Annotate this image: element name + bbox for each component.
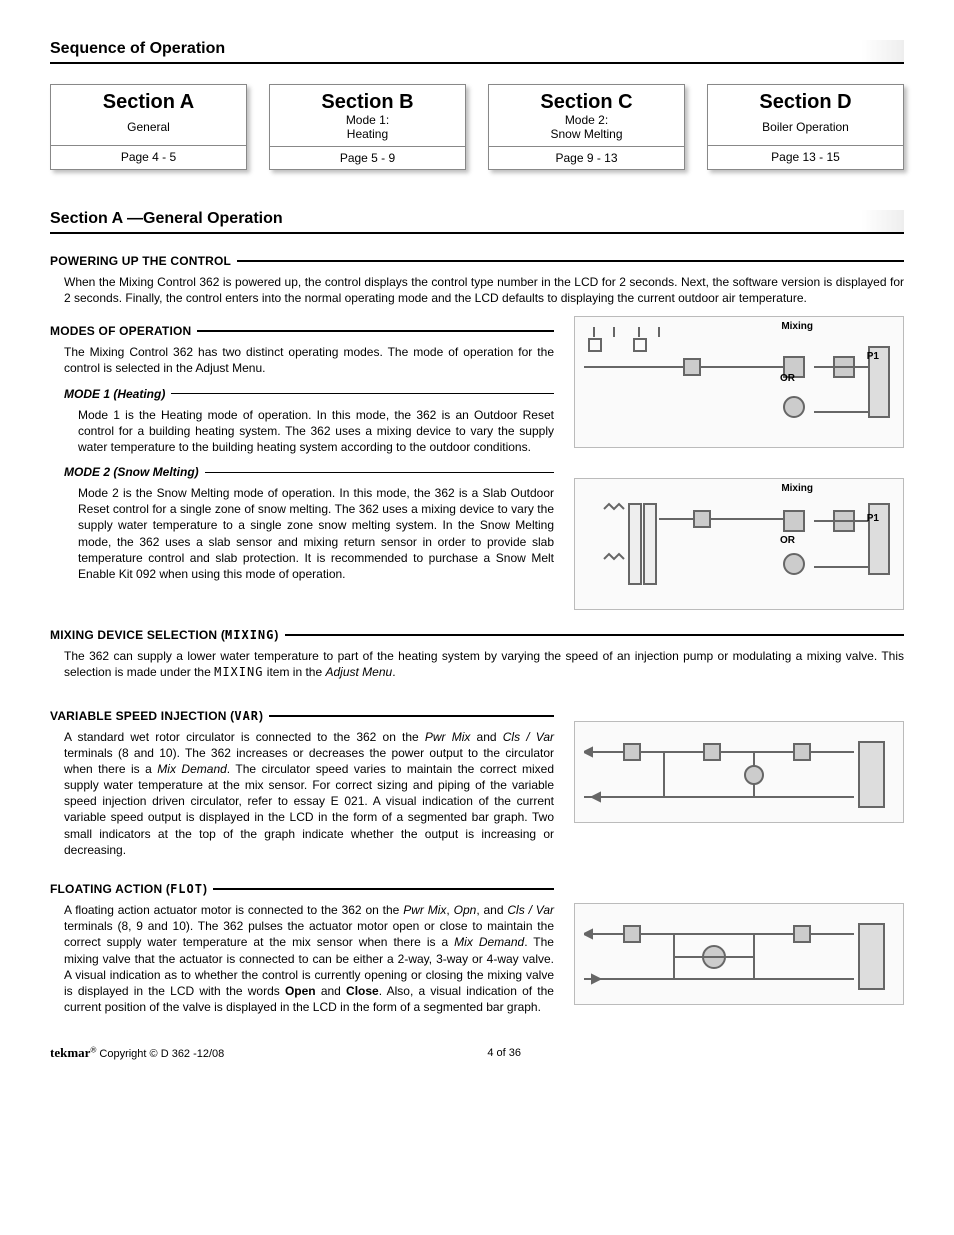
text-fragment: Mix Demand	[157, 762, 227, 776]
piping-schematic-icon	[584, 489, 894, 599]
tekmar-logo: tekmar	[50, 1045, 90, 1060]
heading-pre: MIXING DEVICE SELECTION (	[50, 628, 225, 642]
heading-post: )	[274, 628, 278, 642]
var-speed-heading: VARIABLE SPEED INJECTION (VAR)	[50, 709, 554, 723]
text-fragment: Adjust Menu	[325, 665, 392, 679]
text-fragment: and	[470, 730, 502, 744]
section-box-title: Section C	[493, 91, 680, 113]
section-box-d: Section D Boiler Operation Page 13 - 15	[707, 84, 904, 170]
floating-text: A floating action actuator motor is conn…	[64, 902, 554, 1015]
text-fragment: , and	[476, 903, 507, 917]
section-box-c: Section C Mode 2: Snow Melting Page 9 - …	[488, 84, 685, 170]
heading-text: MODE 1 (Heating)	[64, 387, 165, 401]
page-number: 4 of 36	[487, 1047, 521, 1059]
diagram-label-or: OR	[780, 373, 795, 384]
heading-text: FLOATING ACTION (FLOT)	[50, 882, 207, 896]
piping-schematic-icon	[584, 727, 894, 817]
section-boxes-row: Section A General Page 4 - 5 Section B M…	[50, 84, 904, 170]
section-box-sub: Boiler Operation	[712, 113, 899, 141]
modes-intro: The Mixing Control 362 has two distinct …	[64, 344, 554, 376]
heading-post: )	[259, 709, 263, 723]
mode2-text: Mode 2 is the Snow Melting mode of opera…	[78, 485, 554, 582]
section-box-page: Page 5 - 9	[270, 146, 465, 169]
heading-pre: VARIABLE SPEED INJECTION (	[50, 709, 234, 723]
mode2-diagram: Mixing OR P1	[574, 478, 904, 610]
section-box-sub: Mode 1: Heating	[274, 113, 461, 142]
modes-heading: MODES OF OPERATION	[50, 324, 554, 338]
var-speed-diagram	[574, 721, 904, 823]
section-box-page: Page 4 - 5	[51, 145, 246, 168]
text-fragment: Mix Demand	[454, 935, 524, 949]
piping-schematic-icon	[584, 327, 894, 437]
diagram-label-p1: P1	[867, 351, 879, 362]
heading-text: MODE 2 (Snow Melting)	[64, 465, 199, 479]
mode1-text: Mode 1 is the Heating mode of operation.…	[78, 407, 554, 456]
text-fragment: . The circulator speed varies to maintai…	[64, 762, 554, 857]
section-box-sub: Mode 2: Snow Melting	[493, 113, 680, 142]
heading-text: MODES OF OPERATION	[50, 324, 191, 338]
diagram-label-mixing: Mixing	[781, 483, 813, 494]
text-fragment: and	[316, 984, 346, 998]
text-fragment: Pwr Mix	[425, 730, 471, 744]
heading-text: MIXING DEVICE SELECTION (MIXING)	[50, 628, 279, 642]
text-fragment: Open	[285, 984, 316, 998]
diagram-label-or: OR	[780, 535, 795, 546]
text-fragment: A floating action actuator motor is conn…	[64, 903, 403, 917]
heading-lcd: FLOT	[170, 882, 203, 896]
floating-diagram	[574, 903, 904, 1005]
copyright-text: Copyright © D 362 -12/08	[96, 1048, 224, 1060]
text-fragment: A standard wet rotor circulator is conne…	[64, 730, 425, 744]
text-fragment: Pwr Mix	[403, 903, 446, 917]
floating-heading: FLOATING ACTION (FLOT)	[50, 882, 554, 896]
sequence-of-operation-header: Sequence of Operation	[50, 40, 904, 64]
diagram-label-mixing: Mixing	[781, 321, 813, 332]
text-fragment: Close	[346, 984, 379, 998]
powering-up-text: When the Mixing Control 362 is powered u…	[64, 274, 904, 306]
footer-left: tekmar® Copyright © D 362 -12/08	[50, 1045, 224, 1061]
mixing-device-heading: MIXING DEVICE SELECTION (MIXING)	[50, 628, 904, 642]
heading-lcd: VAR	[234, 709, 259, 723]
section-a-header: Section A —General Operation	[50, 210, 904, 234]
text-fragment: item in the	[263, 665, 325, 679]
piping-schematic-icon	[584, 909, 894, 999]
text-fragment: Cls / Var	[507, 903, 554, 917]
text-fragment: MIXING	[214, 665, 263, 679]
text-fragment: The 362 can supply a lower water tempera…	[64, 649, 904, 679]
mode1-diagram: Mixing OR P1	[574, 316, 904, 448]
section-box-page: Page 13 - 15	[708, 145, 903, 168]
text-fragment: Opn	[454, 903, 477, 917]
section-box-title: Section D	[712, 91, 899, 113]
section-box-title: Section B	[274, 91, 461, 113]
heading-lcd: MIXING	[225, 628, 274, 642]
text-fragment: .	[392, 665, 395, 679]
mode2-heading: MODE 2 (Snow Melting)	[64, 465, 554, 479]
powering-up-heading: POWERING UP THE CONTROL	[50, 254, 904, 268]
text-fragment: Cls / Var	[503, 730, 554, 744]
var-speed-text: A standard wet rotor circulator is conne…	[64, 729, 554, 859]
heading-post: )	[203, 882, 207, 896]
heading-pre: FLOATING ACTION (	[50, 882, 170, 896]
heading-text: POWERING UP THE CONTROL	[50, 254, 231, 268]
section-box-a: Section A General Page 4 - 5	[50, 84, 247, 170]
section-box-page: Page 9 - 13	[489, 146, 684, 169]
text-fragment: ,	[446, 903, 453, 917]
page-footer: tekmar® Copyright © D 362 -12/08 4 of 36	[50, 1045, 904, 1061]
section-box-sub: General	[55, 113, 242, 141]
heading-text: VARIABLE SPEED INJECTION (VAR)	[50, 709, 263, 723]
mode1-heading: MODE 1 (Heating)	[64, 387, 554, 401]
mixing-device-text: The 362 can supply a lower water tempera…	[64, 648, 904, 680]
section-box-b: Section B Mode 1: Heating Page 5 - 9	[269, 84, 466, 170]
section-box-title: Section A	[55, 91, 242, 113]
diagram-label-p1: P1	[867, 513, 879, 524]
